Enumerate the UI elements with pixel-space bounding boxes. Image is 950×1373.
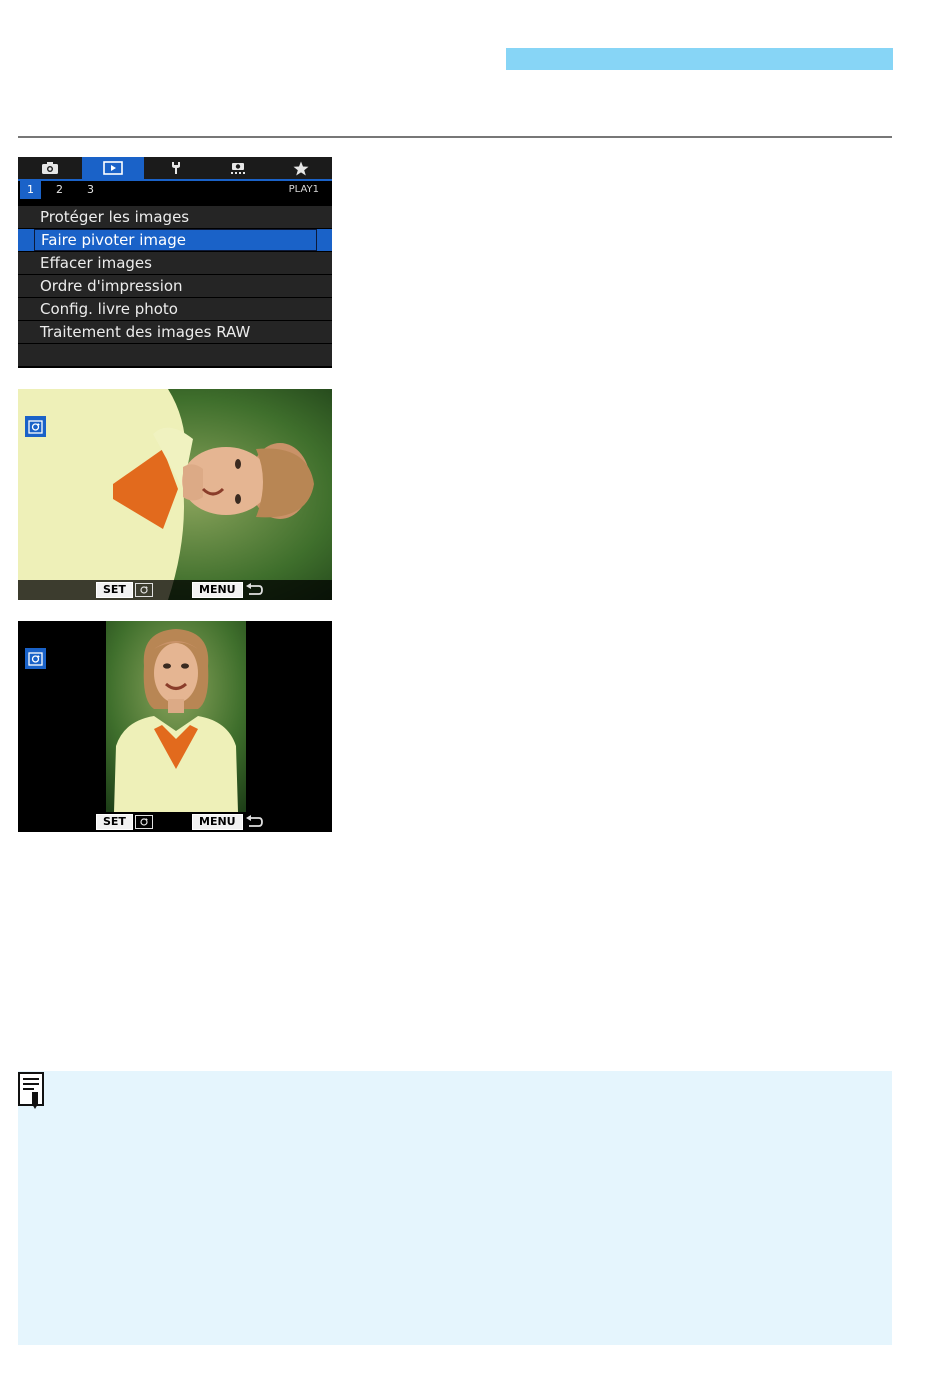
playback-icon bbox=[103, 161, 123, 175]
menu-item-list: Protéger les images Faire pivoter image … bbox=[18, 206, 332, 367]
camera-icon bbox=[42, 162, 58, 174]
rotate-screen-before: SET MENU bbox=[18, 389, 332, 600]
section-header-band bbox=[506, 48, 893, 70]
rotate-image-icon bbox=[25, 648, 46, 669]
menu-button-label: MENU bbox=[192, 814, 243, 830]
set-button-label: SET bbox=[96, 814, 133, 830]
subtab-3[interactable]: 3 bbox=[80, 181, 101, 199]
custom-function-icon bbox=[231, 163, 245, 174]
star-icon bbox=[293, 161, 309, 175]
menu-button-guide[interactable]: MENU bbox=[192, 814, 263, 830]
menu-item-rotate-image[interactable]: Faire pivoter image bbox=[18, 229, 332, 251]
menu-item-print-order[interactable]: Ordre d'impression bbox=[18, 275, 332, 297]
menu-item-empty bbox=[18, 344, 332, 366]
header-rule bbox=[18, 136, 892, 138]
set-button-guide[interactable]: SET bbox=[96, 814, 153, 830]
subtab-1[interactable]: 1 bbox=[20, 181, 41, 199]
return-arrow-icon bbox=[245, 815, 263, 829]
menu-item-label: Protéger les images bbox=[40, 208, 190, 226]
tab-shooting[interactable] bbox=[19, 157, 81, 179]
menu-item-label: Traitement des images RAW bbox=[40, 323, 251, 341]
menu-item-label: Effacer images bbox=[40, 254, 152, 272]
on-screen-guide-bar: SET MENU bbox=[18, 812, 332, 832]
return-arrow-icon bbox=[245, 583, 263, 597]
wrench-icon bbox=[172, 162, 180, 174]
tab-custom-functions[interactable] bbox=[207, 157, 269, 179]
menu-item-protect-images[interactable]: Protéger les images bbox=[18, 206, 332, 228]
menu-tab-bar bbox=[18, 157, 332, 181]
playback-menu-screen: 1 2 3 PLAY1 Protéger les images Faire pi… bbox=[18, 157, 332, 368]
menu-item-label: Faire pivoter image bbox=[34, 229, 317, 251]
tab-setup[interactable] bbox=[145, 157, 207, 179]
portrait-photo-upright bbox=[106, 621, 246, 812]
menu-item-photobook-setup[interactable]: Config. livre photo bbox=[18, 298, 332, 320]
menu-item-label: Config. livre photo bbox=[40, 300, 178, 318]
tab-playback[interactable] bbox=[82, 157, 144, 179]
menu-subtab-row: 1 2 3 PLAY1 bbox=[18, 181, 332, 199]
rotate-screen-after: SET MENU bbox=[18, 621, 332, 832]
rotate-image-icon bbox=[134, 815, 153, 829]
rotate-image-icon bbox=[25, 416, 46, 437]
set-button-guide[interactable]: SET bbox=[96, 582, 153, 598]
menu-page-label: PLAY1 bbox=[288, 184, 319, 195]
portrait-photo-sideways bbox=[18, 389, 332, 600]
note-box bbox=[18, 1071, 892, 1345]
memo-icon bbox=[18, 1072, 44, 1109]
subtab-2[interactable]: 2 bbox=[49, 181, 70, 199]
menu-item-label: Ordre d'impression bbox=[40, 277, 183, 295]
on-screen-guide-bar: SET MENU bbox=[18, 580, 332, 600]
menu-item-raw-processing[interactable]: Traitement des images RAW bbox=[18, 321, 332, 343]
set-button-label: SET bbox=[96, 582, 133, 598]
menu-button-label: MENU bbox=[192, 582, 243, 598]
rotate-image-icon bbox=[134, 583, 153, 597]
menu-button-guide[interactable]: MENU bbox=[192, 582, 263, 598]
tab-my-menu[interactable] bbox=[270, 157, 332, 179]
menu-item-erase-images[interactable]: Effacer images bbox=[18, 252, 332, 274]
